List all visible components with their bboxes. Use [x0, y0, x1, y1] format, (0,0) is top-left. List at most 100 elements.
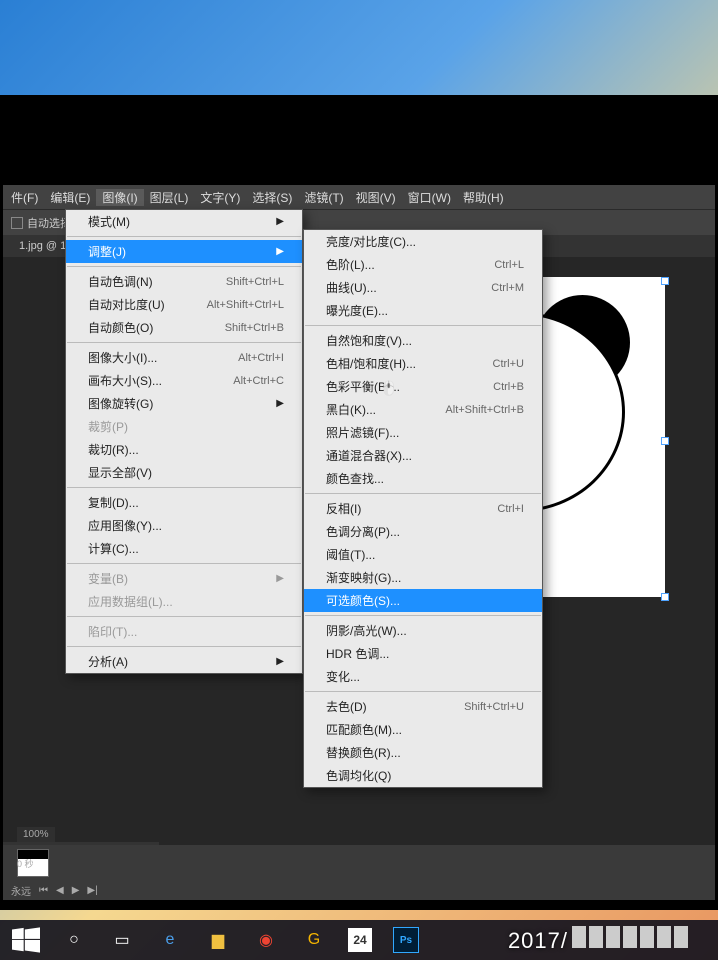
menu-item-裁切(R)...[interactable]: 裁切(R)... — [66, 438, 302, 461]
transform-handle-tr[interactable] — [661, 277, 669, 285]
menu-item-计算(C)...[interactable]: 计算(C)... — [66, 537, 302, 560]
menu-item-色彩平衡(B)...[interactable]: 色彩平衡(B)...Ctrl+B — [304, 375, 542, 398]
rewind-icon[interactable]: ⏮ — [39, 885, 48, 896]
menu-item-匹配颜色(M)...[interactable]: 匹配颜色(M)... — [304, 718, 542, 741]
menu-item-自动颜色(O)[interactable]: 自动颜色(O)Shift+Ctrl+B — [66, 316, 302, 339]
menu-item-自然饱和度(V)...[interactable]: 自然饱和度(V)... — [304, 329, 542, 352]
menu-item-label: 裁切(R)... — [88, 441, 139, 458]
menu-item-label: 模式(M) — [88, 213, 130, 230]
menu-item-label: 图像大小(I)... — [88, 349, 157, 366]
adjustments-submenu: 亮度/对比度(C)...色阶(L)...Ctrl+L曲线(U)...Ctrl+M… — [303, 229, 543, 788]
menu-item-label: 自动色调(N) — [88, 273, 153, 290]
menu-件(F)[interactable]: 件(F) — [5, 189, 44, 206]
menu-item-曲线(U)...[interactable]: 曲线(U)...Ctrl+M — [304, 276, 542, 299]
menu-item-自动对比度(U)[interactable]: 自动对比度(U)Alt+Shift+Ctrl+L — [66, 293, 302, 316]
menu-item-模式(M)[interactable]: 模式(M)▶ — [66, 210, 302, 233]
task-view-icon[interactable]: ▭ — [108, 926, 136, 954]
menu-窗口(W)[interactable]: 窗口(W) — [402, 189, 457, 206]
image-menu: 模式(M)▶ 调整(J)▶ 自动色调(N)Shift+Ctrl+L自动对比度(U)A… — [65, 209, 303, 674]
menu-shortcut: Alt+Ctrl+I — [238, 352, 284, 364]
menu-item-label: 复制(D)... — [88, 494, 139, 511]
menu-separator — [67, 342, 301, 343]
menu-item-应用图像(Y)...[interactable]: 应用图像(Y)... — [66, 514, 302, 537]
menu-item-显示全部(V)[interactable]: 显示全部(V) — [66, 461, 302, 484]
menu-shortcut: Alt+Shift+Ctrl+B — [445, 404, 524, 416]
menu-item-色阶(L)...[interactable]: 色阶(L)...Ctrl+L — [304, 253, 542, 276]
menu-item-label: 应用数据组(L)... — [88, 593, 173, 610]
menu-shortcut: Alt+Shift+Ctrl+L — [207, 299, 284, 311]
menu-滤镜(T)[interactable]: 滤镜(T) — [298, 189, 349, 206]
edge-browser-icon[interactable]: e — [156, 926, 184, 954]
menu-item-通道混合器(X)...[interactable]: 通道混合器(X)... — [304, 444, 542, 467]
timeline-frame-duration[interactable]: 0 秒 — [17, 857, 34, 870]
menu-item-画布大小(S)...[interactable]: 画布大小(S)... Alt+Ctrl+C — [66, 369, 302, 392]
start-button[interactable] — [12, 926, 40, 954]
menu-separator — [305, 325, 541, 326]
menu-item-label: 颜色查找... — [326, 470, 384, 487]
menu-item-替换颜色(R)...[interactable]: 替换颜色(R)... — [304, 741, 542, 764]
menu-图像(I)[interactable]: 图像(I) — [96, 189, 143, 206]
menu-item-分析(A)[interactable]: 分析(A)▶ — [66, 650, 302, 673]
chrome-icon[interactable]: G — [300, 926, 328, 954]
calendar-icon[interactable]: 24 — [348, 928, 372, 952]
menu-item-反相(I)[interactable]: 反相(I)Ctrl+I — [304, 497, 542, 520]
photoshop-taskbar-icon[interactable]: Ps — [392, 926, 420, 954]
timeline-panel: 0 秒 永远 ⏮ ◀ ▶ ▶| — [3, 845, 715, 900]
menu-item-图像旋转(G)[interactable]: 图像旋转(G)▶ — [66, 392, 302, 415]
menu-item-label: 反相(I) — [326, 500, 361, 517]
menu-item-黑白(K)...[interactable]: 黑白(K)...Alt+Shift+Ctrl+B — [304, 398, 542, 421]
menu-item-渐变映射(G)...[interactable]: 渐变映射(G)... — [304, 566, 542, 589]
menu-item-阴影/高光(W)...[interactable]: 阴影/高光(W)... — [304, 619, 542, 642]
menu-item-label: 去色(D) — [326, 698, 367, 715]
menu-帮助(H)[interactable]: 帮助(H) — [457, 189, 510, 206]
menu-选择(S)[interactable]: 选择(S) — [246, 189, 298, 206]
menu-item-颜色查找...[interactable]: 颜色查找... — [304, 467, 542, 490]
menu-item-label: 色调分离(P)... — [326, 523, 400, 540]
file-explorer-icon[interactable]: ▆ — [204, 926, 232, 954]
play-icon[interactable]: ▶ — [72, 885, 80, 896]
menu-文字(Y)[interactable]: 文字(Y) — [194, 189, 246, 206]
menu-视图(V)[interactable]: 视图(V) — [350, 189, 402, 206]
menu-item-图像大小(I)...[interactable]: 图像大小(I)... Alt+Ctrl+I — [66, 346, 302, 369]
zoom-level[interactable]: 100% — [17, 827, 55, 842]
timeline-controls: 永远 ⏮ ◀ ▶ ▶| — [11, 880, 98, 900]
menu-item-label: 画布大小(S)... — [88, 372, 162, 389]
menu-图层(L)[interactable]: 图层(L) — [144, 189, 195, 206]
search-icon[interactable]: ○ — [60, 926, 88, 954]
next-frame-icon[interactable]: ▶| — [87, 885, 97, 896]
menu-item-变化...[interactable]: 变化... — [304, 665, 542, 688]
menu-shortcut: Ctrl+L — [494, 259, 524, 271]
menu-item-曝光度(E)...[interactable]: 曝光度(E)... — [304, 299, 542, 322]
menu-item-HDR 色调...[interactable]: HDR 色调... — [304, 642, 542, 665]
menu-item-可选颜色(S)...[interactable]: 可选颜色(S)... — [304, 589, 542, 612]
menu-item-复制(D)...[interactable]: 复制(D)... — [66, 491, 302, 514]
menu-item-色相/饱和度(H)...[interactable]: 色相/饱和度(H)...Ctrl+U — [304, 352, 542, 375]
menu-item-阈值(T)...[interactable]: 阈值(T)... — [304, 543, 542, 566]
transform-handle-br[interactable] — [661, 593, 669, 601]
menu-item-陷印(T)...: 陷印(T)... — [66, 620, 302, 643]
menu-separator — [305, 615, 541, 616]
menu-shortcut: Ctrl+B — [493, 381, 524, 393]
menu-item-变量(B): 变量(B)▶ — [66, 567, 302, 590]
menu-item-label: 通道混合器(X)... — [326, 447, 412, 464]
menu-item-label: 渐变映射(G)... — [326, 569, 401, 586]
transform-handle-mr[interactable] — [661, 437, 669, 445]
app-icon-red[interactable]: ◉ — [252, 926, 280, 954]
menu-item-label: HDR 色调... — [326, 645, 389, 662]
prev-frame-icon[interactable]: ◀ — [56, 885, 64, 896]
menu-编辑(E)[interactable]: 编辑(E) — [44, 189, 96, 206]
menu-item-自动色调(N)[interactable]: 自动色调(N)Shift+Ctrl+L — [66, 270, 302, 293]
menu-separator — [67, 563, 301, 564]
menu-separator — [67, 616, 301, 617]
menu-item-调整(J)[interactable]: 调整(J)▶ — [66, 240, 302, 263]
menu-item-去色(D)[interactable]: 去色(D)Shift+Ctrl+U — [304, 695, 542, 718]
menu-shortcut: Alt+Ctrl+C — [233, 375, 284, 387]
menu-item-label: 变量(B) — [88, 570, 128, 587]
checkbox-auto-select[interactable] — [11, 217, 23, 229]
menu-item-照片滤镜(F)...[interactable]: 照片滤镜(F)... — [304, 421, 542, 444]
loop-dropdown[interactable]: 永远 — [11, 883, 31, 898]
menu-item-色调分离(P)...[interactable]: 色调分离(P)... — [304, 520, 542, 543]
menu-item-亮度/对比度(C)...[interactable]: 亮度/对比度(C)... — [304, 230, 542, 253]
menu-item-label: 阈值(T)... — [326, 546, 375, 563]
menu-item-色调均化(Q)[interactable]: 色调均化(Q) — [304, 764, 542, 787]
